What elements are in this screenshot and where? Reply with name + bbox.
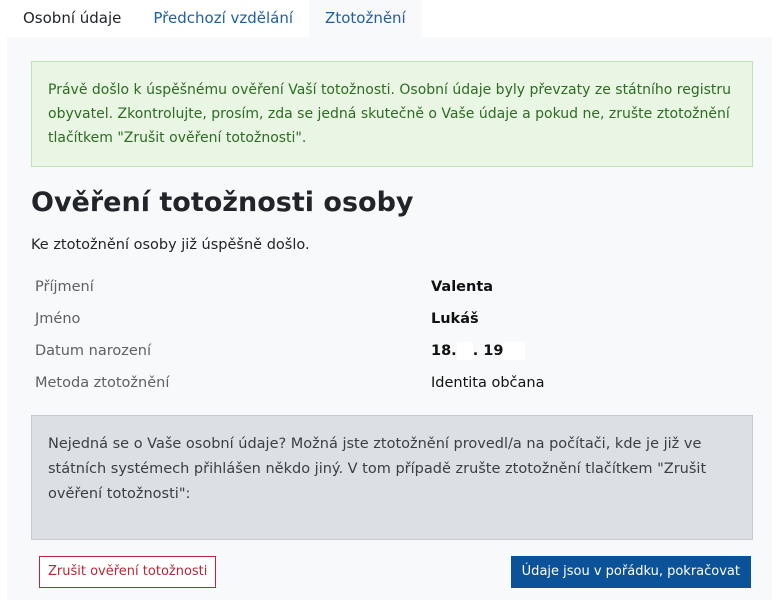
- tab-osobni-udaje[interactable]: Osobní údaje: [7, 0, 137, 37]
- confirm-continue-button[interactable]: Údaje jsou v pořádku, pokračovat: [510, 556, 751, 588]
- status-text: Ke ztotožnění osoby již úspěšně došlo.: [31, 237, 310, 253]
- birth-date-day: 18.: [431, 343, 457, 359]
- tab-bar: Osobní údaje Předchozí vzdělání Ztotožně…: [7, 0, 422, 37]
- detail-value-first-name: Lukáš: [431, 311, 479, 327]
- info-alert: Nejedná se o Vaše osobní údaje? Možná js…: [31, 415, 753, 540]
- detail-value-birth-date: 18. . 19: [431, 342, 526, 360]
- tab-predchozi-vzdelani[interactable]: Předchozí vzdělání: [137, 0, 309, 37]
- detail-row-first-name: Jméno Lukáš: [31, 303, 753, 335]
- redaction-mask: [456, 342, 473, 360]
- success-alert: Právě došlo k úspěšnému ověření Vaší tot…: [31, 61, 753, 167]
- identity-details: Příjmení Valenta Jméno Lukáš Datum naroz…: [31, 271, 753, 399]
- content-panel: Právě došlo k úspěšnému ověření Vaší tot…: [7, 37, 772, 600]
- content-inner: Právě došlo k úspěšnému ověření Vaší tot…: [31, 61, 753, 540]
- page-title: Ověření totožnosti osoby: [31, 187, 414, 218]
- detail-label: Datum narození: [35, 343, 151, 359]
- detail-value-method: Identita občana: [431, 375, 545, 391]
- detail-label: Jméno: [35, 311, 81, 327]
- detail-row-surname: Příjmení Valenta: [31, 271, 753, 303]
- page: Osobní údaje Předchozí vzdělání Ztotožně…: [0, 0, 773, 600]
- detail-label: Metoda ztotožnění: [35, 375, 170, 391]
- detail-label: Příjmení: [35, 279, 94, 295]
- tab-ztotozneni[interactable]: Ztotožnění: [309, 0, 422, 37]
- birth-date-year: . 19: [472, 343, 504, 359]
- detail-value-surname: Valenta: [431, 279, 494, 295]
- detail-row-method: Metoda ztotožnění Identita občana: [31, 367, 753, 399]
- redaction-mask: [503, 342, 526, 360]
- cancel-verification-button[interactable]: Zrušit ověření totožnosti: [39, 556, 217, 588]
- action-bar: Zrušit ověření totožnosti Údaje jsou v p…: [39, 556, 751, 588]
- detail-row-birth-date: Datum narození 18. . 19: [31, 335, 753, 367]
